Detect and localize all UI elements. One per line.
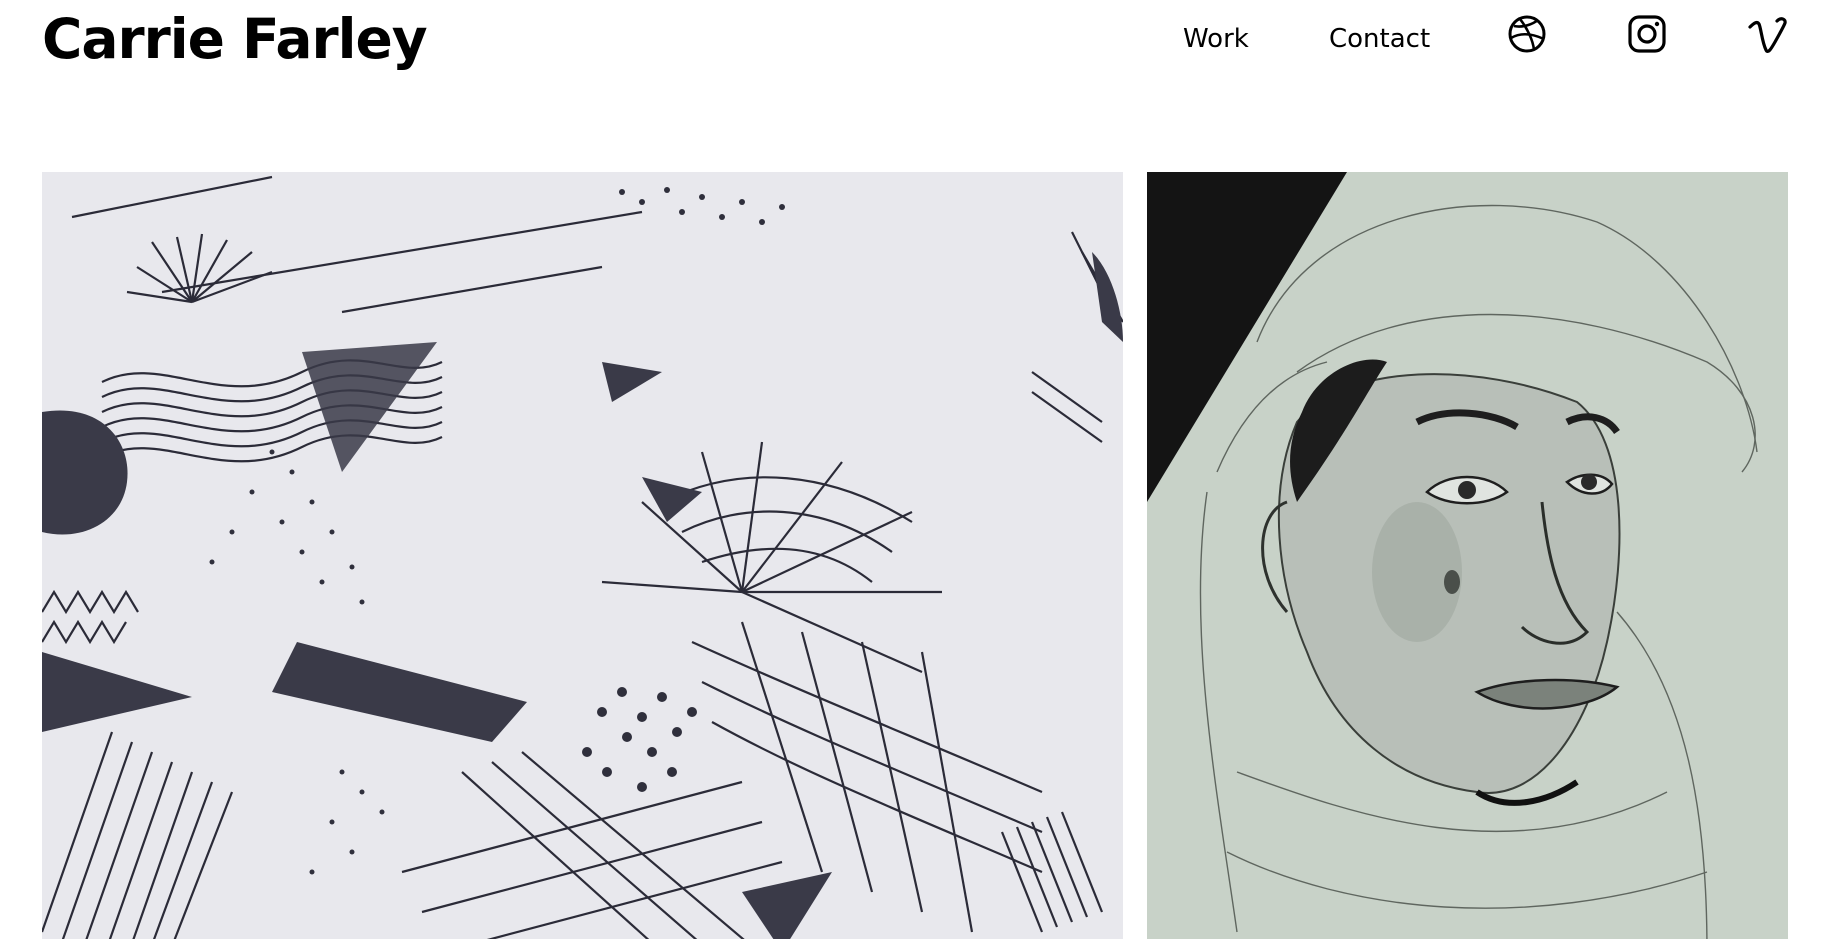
site-title[interactable]: Carrie Farley — [42, 6, 428, 72]
portrait-drawing-image — [1147, 172, 1788, 939]
gallery-item-portrait-drawing[interactable] — [1147, 172, 1788, 939]
site-header: Carrie Farley Work Contact — [0, 0, 1828, 90]
abstract-drawing-image — [42, 172, 1123, 939]
instagram-icon — [1628, 15, 1666, 53]
dribbble-icon — [1508, 15, 1546, 53]
vimeo-icon — [1748, 17, 1787, 54]
gallery-item-abstract-drawing[interactable] — [42, 172, 1123, 939]
nav-link-contact[interactable]: Contact — [1329, 20, 1430, 58]
gallery-grid — [42, 172, 1788, 939]
dribbble-link[interactable] — [1507, 14, 1547, 54]
vimeo-link[interactable] — [1748, 16, 1788, 56]
instagram-link[interactable] — [1627, 14, 1667, 54]
nav-link-work[interactable]: Work — [1183, 20, 1249, 58]
